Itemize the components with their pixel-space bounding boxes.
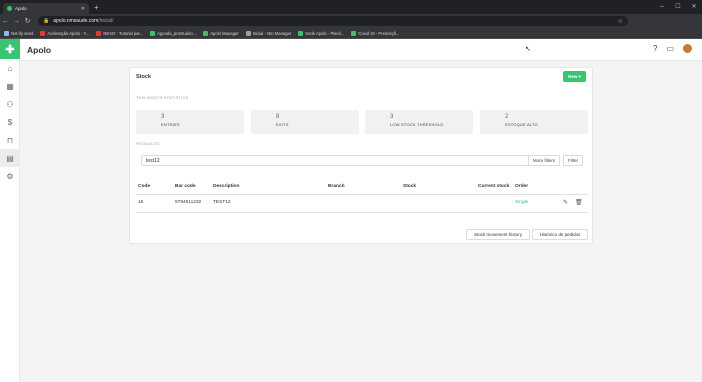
bookmark-item[interactable]: Inicial - Nm Manager <box>245 30 292 36</box>
window-controls: ─ ☐ ✕ <box>654 0 702 14</box>
mouse-cursor-icon: ↖ <box>525 46 531 53</box>
stat-label: LOW STOCK THRESHOLD <box>390 122 444 127</box>
network-icon[interactable]: ⚇ <box>0 95 20 113</box>
help-icon[interactable]: ? <box>653 44 657 53</box>
stat-label: ESTOQUE ALTO <box>505 122 538 127</box>
stat-label: ENTRIES <box>161 122 180 127</box>
money-icon[interactable]: $ <box>0 113 20 131</box>
bag-icon[interactable]: ⊓ <box>0 131 20 149</box>
cell-barcode: 9794611232 <box>175 200 202 205</box>
app-sidebar: ✚ ⌂ ▦ ⚇ $ ⊓ ▤ ⚙ <box>0 39 20 382</box>
browser-toolbar: ← → ↻ 🔒 apolo.nmsaude.com/inicial/ ☆ ⋮ <box>0 14 702 38</box>
stat-low-stock: 3 LOW STOCK THRESHOLD <box>365 110 473 134</box>
close-window-icon[interactable]: ✕ <box>686 0 702 14</box>
column-header-order: Order <box>515 184 529 189</box>
url-path: /inicial/ <box>98 18 114 24</box>
more-filters-button[interactable]: More filters <box>528 155 560 166</box>
gear-icon[interactable]: ⚙ <box>0 167 20 185</box>
bookmark-item[interactable]: Covid 19 - Prescriçã... <box>351 30 400 36</box>
bookmark-label: Not-ify seed <box>11 30 34 36</box>
brand-logo-icon[interactable]: ✚ <box>0 39 20 59</box>
bookmark-item[interactable]: Apolo Manager <box>203 30 239 36</box>
stat-value: 8 <box>276 114 280 120</box>
bookmark-favicon-icon <box>96 30 102 36</box>
maximize-icon[interactable]: ☐ <box>670 0 686 14</box>
calendar-icon[interactable]: ▦ <box>0 77 20 95</box>
table-divider <box>136 212 588 213</box>
edit-icon[interactable]: ✎ <box>563 199 568 206</box>
cell-code: 16 <box>138 200 144 205</box>
bookmark-favicon-icon <box>245 30 251 36</box>
bookmark-label: Apolo Manager <box>210 30 239 36</box>
tab-title: Apolo <box>15 6 27 11</box>
page-title: Stock <box>136 74 151 80</box>
cell-description: TEST12 <box>213 200 231 205</box>
trash-icon[interactable]: 🗑 <box>575 199 583 206</box>
minimize-icon[interactable]: ─ <box>654 0 670 14</box>
url-host: apolo.nmsaude.com <box>53 18 99 24</box>
table-icon[interactable]: ▤ <box>0 149 20 167</box>
bookmark-item[interactable]: Sede Apolo - Planil... <box>298 30 345 36</box>
bookmark-favicon-icon <box>351 30 357 36</box>
table-divider <box>136 194 588 195</box>
bookmark-favicon-icon <box>150 30 156 36</box>
address-bar[interactable]: 🔒 apolo.nmsaude.com/inicial/ ☆ <box>38 16 628 26</box>
bookmark-favicon-icon <box>40 30 46 36</box>
column-header-stock: Stock <box>403 184 417 189</box>
products-section-label: PRODUCTS <box>136 142 160 146</box>
chat-icon[interactable]: ▭ <box>666 44 674 53</box>
home-icon[interactable]: ⌂ <box>0 59 20 77</box>
bookmark-star-icon[interactable]: ☆ <box>618 18 623 25</box>
order-history-button[interactable]: Histórico de pedidos <box>532 229 588 240</box>
bookmark-label: NEXO - Tutorial par... <box>103 30 144 36</box>
bookmark-item[interactable]: Agenda_prontuário... <box>150 30 197 36</box>
browser-tab[interactable]: Apolo ✕ <box>3 3 89 14</box>
bookmark-item[interactable]: NEXO - Tutorial par... <box>96 30 144 36</box>
browser-tabstrip: Apolo ✕ + ─ ☐ ✕ <box>0 0 702 14</box>
column-header-barcode: Bar code <box>175 184 196 189</box>
bookmarks-bar: Not-ify seed Aceleração Apolo - Y... NEXO … <box>0 28 702 39</box>
bookmark-label: Sede Apolo - Planil... <box>305 30 345 36</box>
stat-value: 3 <box>390 114 394 120</box>
bookmark-favicon-icon <box>4 30 9 36</box>
reload-icon[interactable]: ↻ <box>22 17 33 25</box>
stat-value: 3 <box>161 114 165 120</box>
avatar[interactable] <box>683 44 692 53</box>
column-header-description: Description <box>213 184 240 189</box>
new-tab-icon[interactable]: + <box>94 3 99 12</box>
cell-order: Single <box>515 200 529 205</box>
column-header-code: Code <box>138 184 150 189</box>
bookmark-favicon-icon <box>203 30 209 36</box>
bookmark-favicon-icon <box>298 30 304 36</box>
favicon-icon <box>7 6 12 11</box>
stat-exits: 8 EXITS <box>251 110 359 134</box>
stat-entries: 3 ENTRIES <box>136 110 244 134</box>
bookmark-label: Covid 19 - Prescriçã... <box>358 30 400 36</box>
new-button[interactable]: New ▾ <box>563 71 586 82</box>
bookmark-label: Aceleração Apolo - Y... <box>47 30 90 36</box>
close-tab-icon[interactable]: ✕ <box>81 6 85 12</box>
bookmark-item[interactable]: Aceleração Apolo - Y... <box>40 30 90 36</box>
bookmark-item[interactable]: Not-ify seed <box>4 30 34 36</box>
column-header-current-stock: Current stock <box>478 184 510 189</box>
stat-high-stock: 2 ESTOQUE ALTO <box>480 110 588 134</box>
bookmark-label: Inicial - Nm Manager <box>252 30 292 36</box>
stock-movement-history-button[interactable]: Stock movement history <box>466 229 530 240</box>
stat-value: 2 <box>505 114 509 120</box>
forward-icon[interactable]: → <box>11 18 22 25</box>
column-header-branch: Branch <box>328 184 345 189</box>
product-search-input[interactable] <box>141 155 529 166</box>
app-header: Apolo ? ▭ <box>20 39 702 61</box>
filter-button[interactable]: Filter <box>563 155 583 166</box>
bookmark-label: Agenda_prontuário... <box>157 30 197 36</box>
stock-card: Stock New ▾ THIS MONTH STATISTICS 3 ENTR… <box>129 67 593 244</box>
back-icon[interactable]: ← <box>0 18 11 25</box>
stat-label: EXITS <box>276 122 289 127</box>
app-name: Apolo <box>27 45 52 55</box>
lock-icon: 🔒 <box>43 18 50 24</box>
stats-section-label: THIS MONTH STATISTICS <box>136 96 189 100</box>
